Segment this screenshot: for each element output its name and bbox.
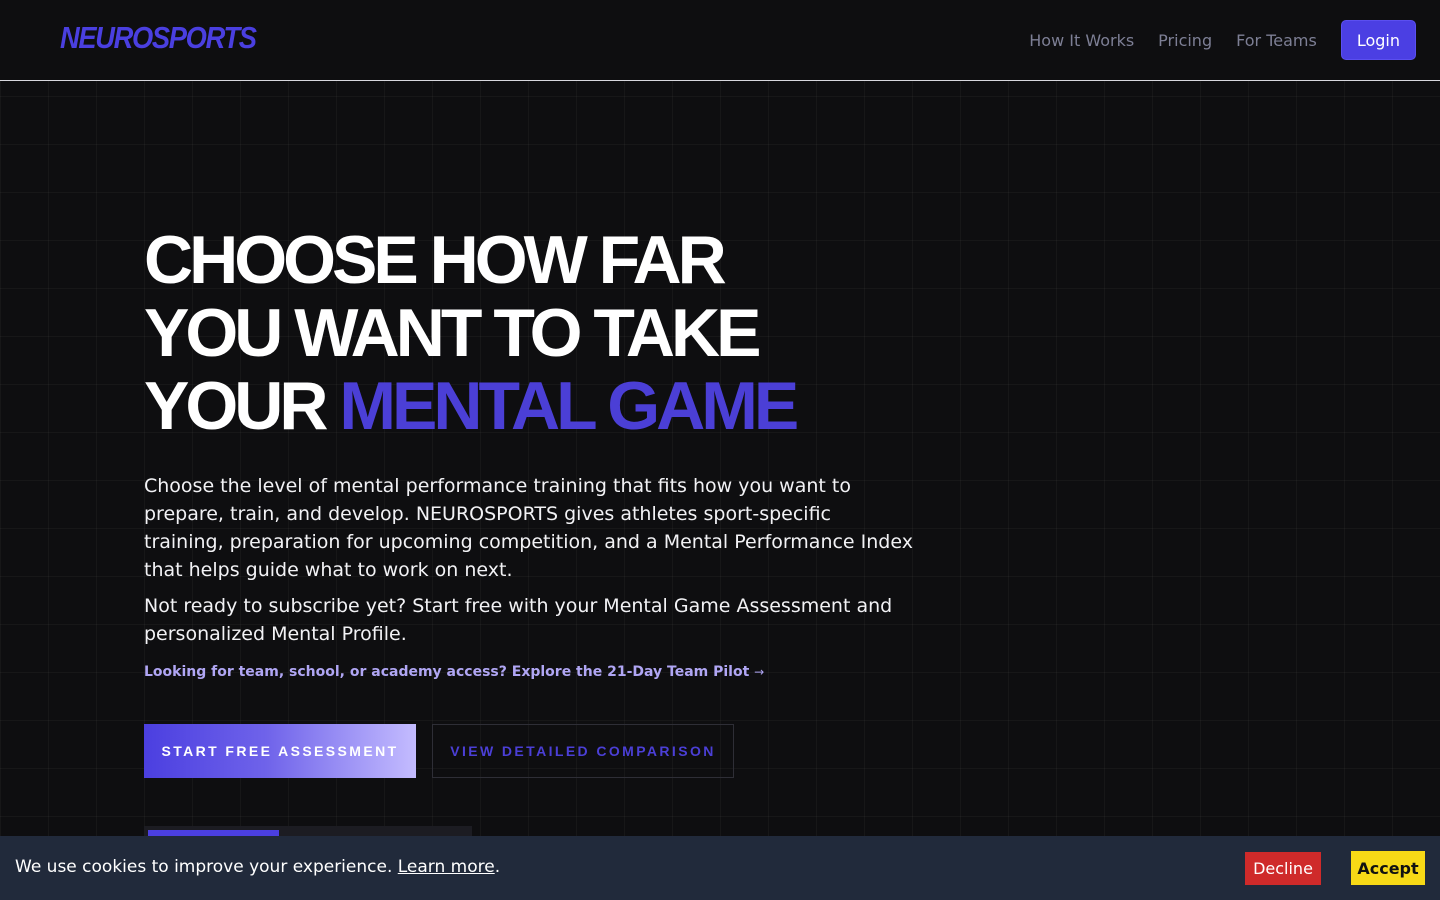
hero-title-line-3: YOUR MENTAL GAME <box>144 368 799 444</box>
cookie-decline-button[interactable]: Decline <box>1245 852 1321 885</box>
brand-logo[interactable]: NEUROSPORTS <box>60 20 257 56</box>
hero-title-line-2: YOU WANT TO TAKE <box>144 295 761 371</box>
team-pilot-link[interactable]: Looking for team, school, or academy acc… <box>144 664 764 680</box>
view-detailed-comparison-button[interactable]: VIEW DETAILED COMPARISON <box>432 724 734 778</box>
hero-title-line-1: CHOOSE HOW FAR <box>144 222 727 298</box>
team-pilot-link-text: Looking for team, school, or academy acc… <box>144 664 750 680</box>
top-navbar: NEUROSPORTS How It Works Pricing For Tea… <box>0 0 1440 81</box>
arrow-right-icon: → <box>754 665 765 679</box>
hero-title-line-3-prefix: YOUR <box>144 368 340 444</box>
cookie-learn-more-link[interactable]: Learn more <box>398 857 495 877</box>
cookie-message-period: . <box>494 857 501 877</box>
cookie-banner: We use cookies to improve your experienc… <box>0 836 1440 900</box>
hero-title-accent: MENTAL GAME <box>339 368 799 444</box>
login-button[interactable]: Login <box>1340 20 1416 60</box>
cookie-message: We use cookies to improve your experienc… <box>15 857 500 877</box>
main-nav: How It Works Pricing For Teams Login <box>1029 20 1416 60</box>
nav-link-pricing[interactable]: Pricing <box>1158 31 1212 50</box>
nav-link-for-teams[interactable]: For Teams <box>1236 31 1317 50</box>
nav-link-how-it-works[interactable]: How It Works <box>1029 31 1134 50</box>
cookie-message-text: We use cookies to improve your experienc… <box>15 857 398 877</box>
hero-free-note: Not ready to subscribe yet? Start free w… <box>144 595 893 645</box>
page: NEUROSPORTS How It Works Pricing For Tea… <box>0 0 1440 900</box>
hero-description: Choose the level of mental performance t… <box>144 475 913 581</box>
start-free-assessment-button[interactable]: START FREE ASSESSMENT <box>144 724 416 778</box>
hero-title: CHOOSE HOW FAR YOU WANT TO TAKE YOUR MEN… <box>144 222 799 444</box>
cookie-accept-button[interactable]: Accept <box>1351 851 1425 885</box>
